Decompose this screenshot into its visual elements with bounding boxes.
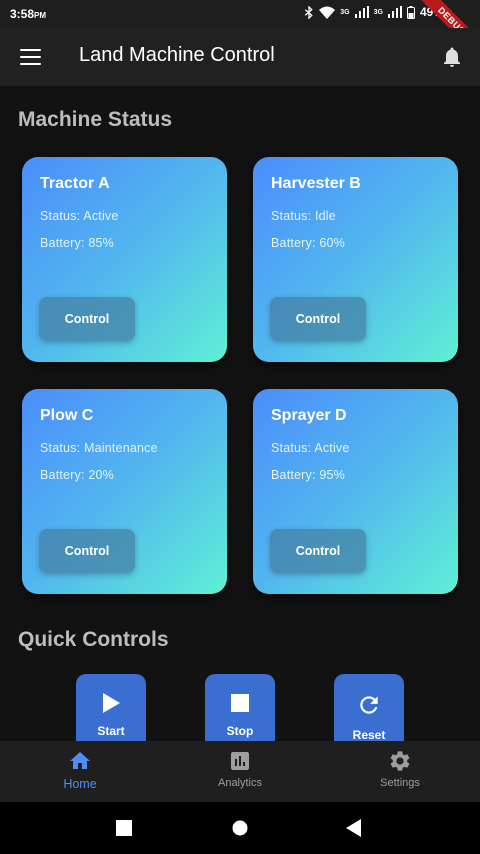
quick-controls-heading: Quick Controls	[18, 628, 169, 651]
machine-battery: Battery: 95%	[271, 468, 345, 482]
nav-item-home[interactable]: Home	[30, 749, 130, 791]
machine-name: Sprayer D	[271, 407, 347, 424]
system-navigation-bar	[0, 802, 480, 854]
play-icon	[103, 693, 120, 713]
machine-status: Status: Idle	[271, 209, 336, 223]
app-bar: Land Machine Control	[0, 28, 480, 86]
machine-status-heading: Machine Status	[18, 108, 173, 131]
analytics-icon	[231, 752, 249, 770]
nav-label-home: Home	[63, 777, 97, 791]
start-label: Start	[97, 724, 125, 738]
recents-icon[interactable]	[116, 820, 132, 836]
stop-label: Stop	[226, 724, 254, 738]
stop-icon	[231, 694, 249, 712]
signal-icon-2	[387, 6, 402, 18]
reset-button[interactable]: Reset	[334, 674, 404, 741]
reset-label: Reset	[352, 728, 386, 741]
control-button[interactable]: Control	[270, 297, 366, 341]
bell-icon[interactable]	[440, 45, 464, 69]
machine-name: Tractor A	[40, 175, 110, 192]
machine-status: Status: Active	[40, 209, 119, 223]
network-type: 3G	[340, 8, 350, 16]
status-time: 3:58PM	[10, 7, 47, 21]
control-button[interactable]: Control	[39, 529, 135, 573]
control-button[interactable]: Control	[39, 297, 135, 341]
back-icon[interactable]	[346, 819, 362, 837]
app-title: Land Machine Control	[79, 44, 275, 66]
nav-label-settings: Settings	[380, 777, 420, 789]
machine-battery: Battery: 60%	[271, 236, 345, 250]
nav-item-analytics[interactable]: Analytics	[190, 749, 290, 789]
home-button-icon[interactable]	[232, 820, 248, 836]
machine-name: Plow C	[40, 407, 94, 424]
machine-status: Status: Maintenance	[40, 441, 158, 455]
bluetooth-icon	[305, 5, 314, 19]
control-button[interactable]: Control	[270, 529, 366, 573]
refresh-icon	[360, 696, 378, 714]
machine-status: Status: Active	[271, 441, 350, 455]
machine-card-plow-c: Plow C Status: Maintenance Battery: 20% …	[22, 389, 227, 594]
wifi-icon	[319, 6, 336, 19]
machine-name: Harvester B	[271, 175, 361, 192]
stop-button[interactable]: Stop	[205, 674, 275, 741]
signal-icon	[354, 6, 369, 18]
settings-icon	[390, 751, 410, 771]
machine-battery: Battery: 20%	[40, 468, 114, 482]
menu-icon[interactable]	[20, 49, 41, 65]
nav-label-analytics: Analytics	[217, 777, 263, 789]
main-content[interactable]: Machine Status Tractor A Status: Active …	[0, 86, 480, 741]
nav-item-settings[interactable]: Settings	[350, 749, 450, 789]
machine-card-sprayer-d: Sprayer D Status: Active Battery: 95% Co…	[253, 389, 458, 594]
machine-card-harvester-b: Harvester B Status: Idle Battery: 60% Co…	[253, 157, 458, 362]
machine-card-tractor-a: Tractor A Status: Active Battery: 85% Co…	[22, 157, 227, 362]
bottom-nav: Home Analytics Settings	[0, 741, 480, 802]
machine-battery: Battery: 85%	[40, 236, 114, 250]
home-icon	[70, 752, 90, 769]
battery-icon	[406, 5, 415, 19]
status-bar: 3:58PM 3G 3G 49% DEBUG	[0, 0, 480, 60]
network-type-2: 3G	[373, 8, 383, 16]
start-button[interactable]: Start	[76, 674, 146, 741]
